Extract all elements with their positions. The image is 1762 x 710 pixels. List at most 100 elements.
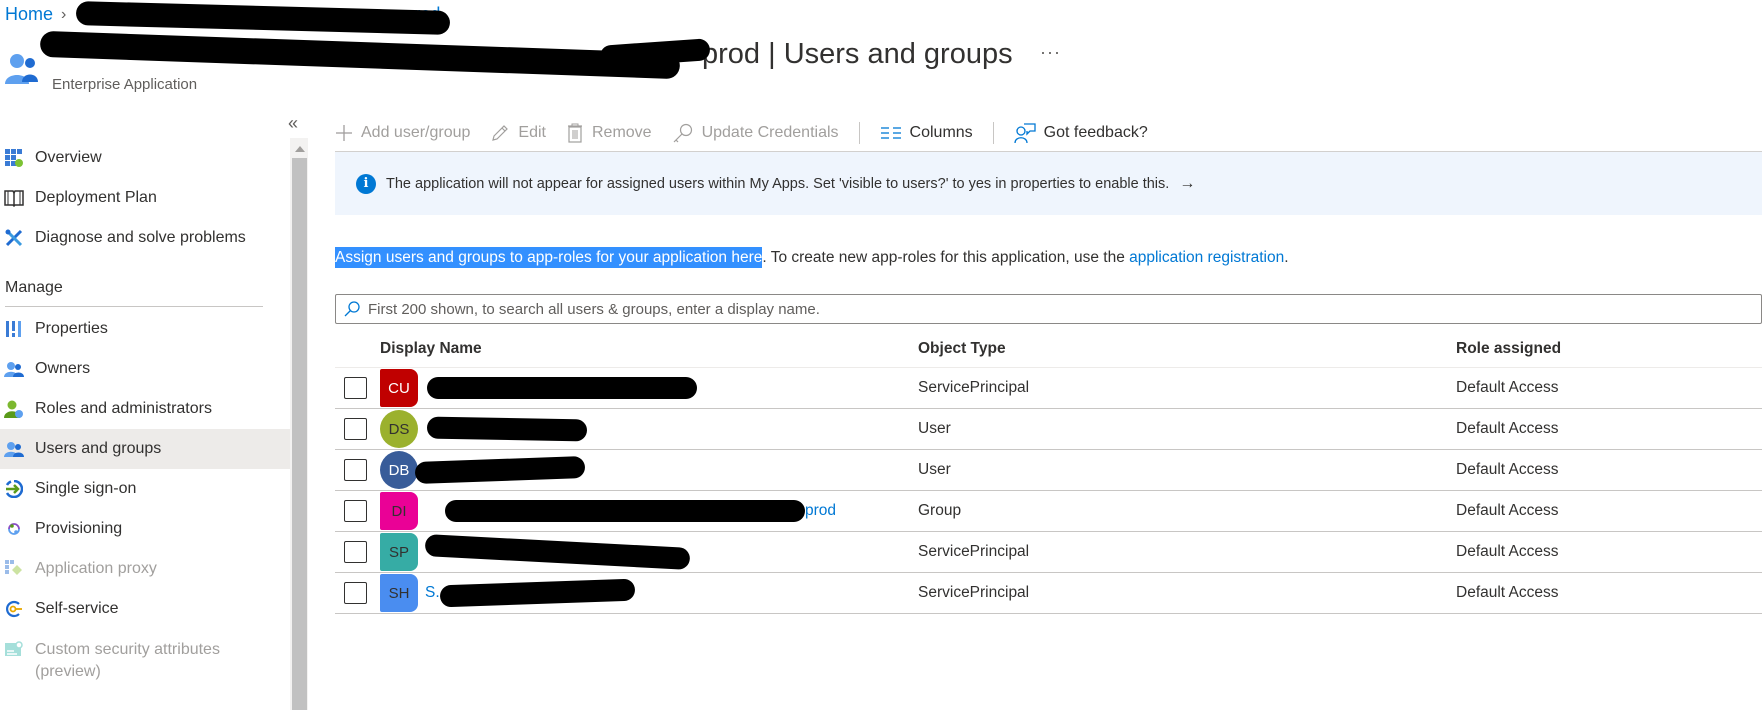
columns-icon [880,126,902,140]
columns-button[interactable]: Columns [880,124,973,142]
sidebar-item-label: Owners [35,360,91,377]
column-header-object-type[interactable]: Object Type [918,340,1006,358]
sidebar-item-label-suffix: (preview) [35,663,101,680]
users-groups-icon [4,439,24,459]
scrollbar-thumb[interactable] [292,158,307,710]
chevron-right-icon: › [61,5,67,23]
page-subtitle: Enterprise Application [52,76,198,93]
search-input[interactable] [368,300,1761,318]
role-assigned-cell: Default Access [1456,379,1559,396]
sidebar-item-label: Application proxy [35,560,157,577]
sidebar-item-users-and-groups[interactable]: Users and groups [0,429,290,469]
remove-label: Remove [591,124,652,141]
feedback-button[interactable]: Got feedback? [1014,122,1148,144]
add-user-group-label: Add user/group [361,124,471,141]
table-row[interactable]: SP ServicePrincipal Default Access [335,532,1762,573]
breadcrumb-home[interactable]: Home [5,4,53,25]
table-row[interactable]: DB y, Bikash (TCS) User Default Access [335,450,1762,491]
arrow-right-icon[interactable]: → [1179,175,1195,193]
description-text: . To create new app-roles for this appli… [762,249,1130,266]
sidebar-item-self-service[interactable]: Self-service [0,589,290,629]
sidebar-item-diagnose[interactable]: Diagnose and solve problems [0,218,290,258]
assign-description: Assign users and groups to app-roles for… [335,247,1289,268]
sidebar-scrollbar[interactable] [290,138,308,710]
search-icon [344,301,360,317]
sidebar-item-properties[interactable]: Properties [0,309,290,349]
info-icon: i [356,173,376,194]
remove-button[interactable]: Remove [566,123,652,143]
sidebar-item-label: Provisioning [35,520,123,537]
row-checkbox[interactable] [344,541,367,563]
sidebar-item-deployment-plan[interactable]: Deployment Plan [0,178,290,218]
table-row[interactable]: SH S... Gen6 PBI ServicePrincipal Defaul… [335,573,1762,614]
role-assigned-cell: Default Access [1456,502,1559,519]
sidebar-item-label-wrap: Custom security attributes (preview) [35,639,220,683]
row-checkbox[interactable] [344,459,367,481]
application-registration-link[interactable]: application registration [1129,249,1284,266]
redaction-mark [424,534,691,570]
plus-icon [335,124,353,142]
table-row[interactable]: DI prod Group Default Access [335,491,1762,532]
avatar: CU [380,369,418,407]
edit-label: Edit [518,124,546,141]
avatar: DS [380,410,418,448]
self-service-icon [4,599,24,619]
sidebar-item-custom-security-attributes[interactable]: Custom security attributes (preview) [0,629,290,685]
edit-button[interactable]: Edit [490,123,546,143]
sidebar-item-application-proxy[interactable]: Application proxy [0,549,290,589]
toolbar-separator [992,122,994,144]
row-checkbox[interactable] [344,418,367,440]
sidebar-item-label: Custom security attributes [35,641,220,658]
info-banner-text: The application will not appear for assi… [386,175,1170,192]
sidebar-item-overview[interactable]: Overview [0,138,290,178]
info-banner[interactable]: i The application will not appear for as… [335,152,1762,215]
add-user-group-button[interactable]: Add user/group [335,124,470,142]
object-type-cell: ServicePrincipal [918,379,1030,396]
provisioning-icon [4,519,24,539]
command-bar: Add user/group Edit Remove Update Creden… [335,115,1168,151]
sidebar-item-roles[interactable]: Roles and administrators [0,389,290,429]
roles-icon [4,399,24,419]
column-header-role-assigned[interactable]: Role assigned [1456,340,1561,358]
sidebar-item-label: Properties [35,320,108,337]
scroll-up-arrow-icon[interactable] [295,146,305,152]
table-row[interactable]: DS User Default Access [335,409,1762,450]
sidebar-item-label: Users and groups [35,440,162,457]
assignments-table: Display Name Object Type Role assigned C… [335,330,1762,614]
redaction-mark [426,416,588,442]
table-row[interactable]: CU ServicePrincipal Default Access [335,368,1762,409]
pencil-icon [490,123,510,143]
row-checkbox[interactable] [344,377,367,399]
role-assigned-cell: Default Access [1456,420,1559,437]
overview-grid-icon [4,148,24,168]
redaction-mark [414,456,586,484]
selected-text: Assign users and groups to app-roles for… [335,247,763,268]
book-icon [4,188,24,208]
sidebar-item-label: Diagnose and solve problems [35,229,246,246]
row-checkbox[interactable] [344,582,367,604]
sidebar-item-provisioning[interactable]: Provisioning [0,509,290,549]
row-checkbox[interactable] [344,500,367,522]
display-name-link[interactable]: prod [805,502,836,520]
column-header-display-name[interactable]: Display Name [380,340,482,358]
trash-icon [566,123,584,143]
feedback-icon [1014,122,1036,144]
sidebar-item-single-sign-on[interactable]: Single sign-on [0,469,290,509]
sidebar-item-label: Deployment Plan [35,189,157,206]
redaction-mark [445,500,805,522]
enterprise-app-icon [5,54,38,84]
update-credentials-button[interactable]: Update Credentials [672,123,839,143]
sidebar-item-label: Self-service [35,600,119,617]
toolbar-separator [858,122,860,144]
sidebar-item-owners[interactable]: Owners [0,349,290,389]
table-body: CU ServicePrincipal Default Access DS Us… [335,368,1762,614]
sidebar-item-label: Roles and administrators [35,400,212,417]
avatar: DI [380,492,418,530]
collapse-sidebar-button[interactable]: « [288,113,298,134]
wrench-icon [4,228,24,248]
search-box[interactable] [335,294,1762,324]
section-heading-manage: Manage [5,279,63,296]
feedback-label: Got feedback? [1043,124,1148,141]
table-header: Display Name Object Type Role assigned [335,330,1762,368]
more-options-button[interactable]: ··· [1040,42,1061,63]
